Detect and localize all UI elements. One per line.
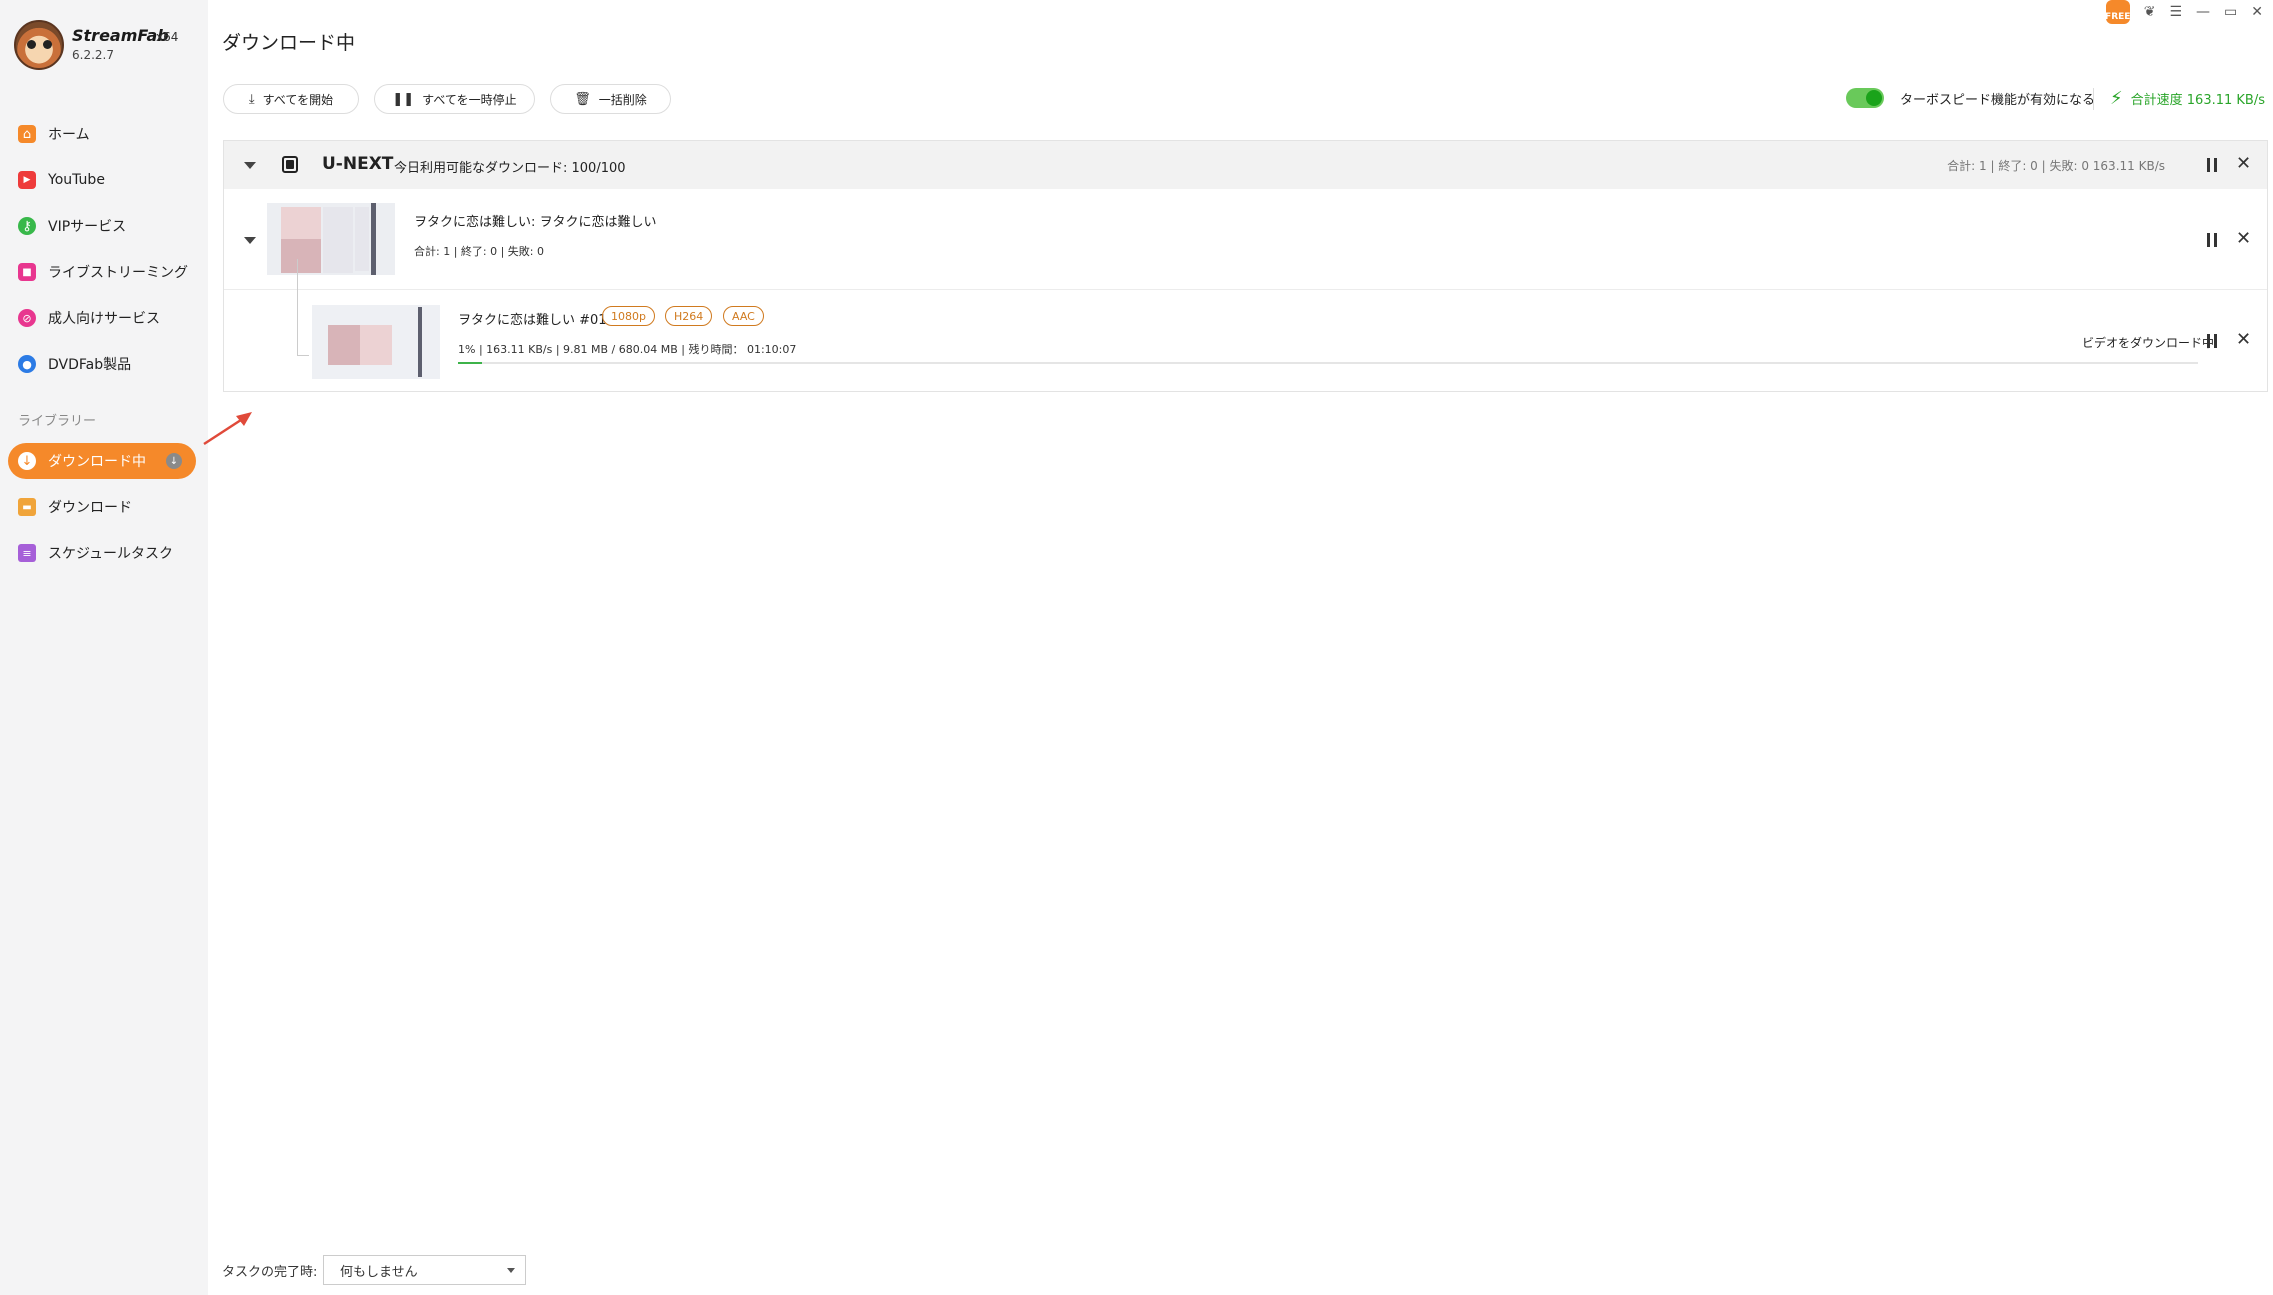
lightning-icon: ⚡ (2110, 88, 2123, 109)
series-thumbnail (267, 203, 395, 275)
annotation-arrow (203, 412, 252, 446)
sidebar-item-label: ホーム (48, 127, 90, 143)
episode-title: ヲタクに恋は難しい #01 (458, 313, 607, 328)
completion-action-select[interactable]: 何もしません (323, 1255, 526, 1285)
turbo-toggle[interactable] (1846, 88, 1884, 108)
pause-all-label: すべてを一時停止 (422, 92, 517, 107)
unext-logo-icon (282, 156, 298, 173)
adult-block-icon: ⊘ (18, 309, 36, 327)
pause-all-button[interactable]: ❚❚ すべてを一時停止 (374, 84, 535, 114)
collapse-chevron-icon[interactable] (244, 162, 256, 169)
sidebar-item-label: ダウンロード (48, 500, 132, 516)
camera-icon: ■ (18, 263, 36, 281)
group-pause-icon[interactable] (2207, 158, 2217, 172)
library-section-label: ライブラリー (18, 414, 97, 429)
sidebar-item-label: DVDFab製品 (48, 357, 132, 373)
row-divider (224, 289, 2267, 290)
downloading-badge-icon: ↓ (166, 453, 182, 469)
series-close-icon[interactable]: ✕ (2236, 230, 2251, 248)
download-group: U-NEXT 今日利用可能なダウンロード: 100/100 合計: 1 | 終了… (223, 140, 2268, 392)
window-controls: FREE ❦ ☰ — ▭ ✕ (2105, 0, 2273, 24)
series-pause-icon[interactable] (2207, 233, 2217, 247)
dvdfab-icon: ● (18, 355, 36, 373)
sidebar-item-label: スケジュールタスク (48, 546, 174, 562)
app-version: 6.2.2.7 (72, 48, 114, 62)
sidebar: StreamFab x64 6.2.2.7 ⌂ ホーム ▶ YouTube ⚷ … (0, 0, 208, 1295)
sidebar-item-downloaded[interactable]: ▬ ダウンロード (8, 489, 196, 525)
sidebar-item-label: ライブストリーミング (48, 265, 188, 281)
start-all-label: すべてを開始 (262, 92, 334, 107)
youtube-icon: ▶ (18, 171, 36, 189)
sidebar-item-dvdfab[interactable]: ● DVDFab製品 (8, 346, 196, 382)
menu-icon[interactable]: ☰ (2169, 4, 2182, 20)
series-stats: 合計: 1 | 終了: 0 | 失敗: 0 (414, 245, 545, 258)
app-logo: StreamFab x64 6.2.2.7 (14, 20, 204, 72)
group-close-icon[interactable]: ✕ (2236, 155, 2251, 173)
pause-icon: ❚❚ (392, 91, 415, 107)
sidebar-item-label: ダウンロード中 (48, 454, 146, 470)
delete-all-label: 一括削除 (598, 92, 647, 107)
tree-connector (297, 355, 309, 356)
start-all-button[interactable]: ⤓ すべてを開始 (223, 84, 359, 114)
series-chevron-icon[interactable] (244, 237, 256, 244)
sloth-logo-icon (14, 20, 64, 70)
completion-action-value: 何もしません (340, 1264, 418, 1280)
turbo-label: ターボスピード機能が有効になる (1900, 92, 2096, 108)
tag-audio-codec: AAC (723, 306, 764, 326)
episode-pause-icon[interactable] (2207, 334, 2217, 348)
sidebar-item-label: 成人向けサービス (48, 311, 160, 327)
delete-all-button[interactable]: 🗑 一括削除 (550, 84, 671, 114)
sidebar-item-adult[interactable]: ⊘ 成人向けサービス (8, 300, 196, 336)
total-speed-label: 合計速度 163.11 KB/s (2130, 93, 2265, 108)
turbo-setting: ターボスピード機能が有効になる (1846, 88, 2095, 108)
sidebar-item-label: YouTube (48, 172, 105, 188)
sidebar-item-home[interactable]: ⌂ ホーム (8, 116, 196, 152)
toolbar-divider (2093, 88, 2094, 110)
chevron-down-icon (507, 1268, 515, 1273)
group-header: U-NEXT 今日利用可能なダウンロード: 100/100 合計: 1 | 終了… (224, 141, 2267, 189)
sidebar-item-label: VIPサービス (48, 219, 127, 235)
sidebar-item-vip[interactable]: ⚷ VIPサービス (8, 208, 196, 244)
episode-progress-fill (458, 362, 483, 364)
sidebar-item-schedule[interactable]: ≡ スケジュールタスク (8, 535, 196, 571)
total-speed: ⚡ 合計速度 163.11 KB/s (2110, 88, 2265, 109)
completion-label: タスクの完了時: (222, 1265, 318, 1280)
tag-video-codec: H264 (665, 306, 713, 326)
episode-status: ビデオをダウンロード中 (2082, 336, 2215, 350)
episode-stats: 1% | 163.11 KB/s | 9.81 MB / 680.04 MB |… (458, 343, 797, 356)
episode-thumbnail (312, 305, 440, 379)
tag-resolution: 1080p (602, 306, 655, 326)
episode-close-icon[interactable]: ✕ (2236, 331, 2251, 349)
home-icon: ⌂ (18, 125, 36, 143)
sidebar-item-youtube[interactable]: ▶ YouTube (8, 162, 196, 198)
app-brand: StreamFab (72, 26, 169, 45)
minimize-icon[interactable]: — (2196, 4, 2210, 20)
close-window-icon[interactable]: ✕ (2251, 4, 2263, 20)
app-arch: x64 (156, 30, 179, 44)
folder-icon: ▬ (18, 498, 36, 516)
page-title: ダウンロード中 (222, 32, 356, 54)
key-icon: ⚷ (18, 217, 36, 235)
series-title: ヲタクに恋は難しい: ヲタクに恋は難しい (414, 215, 657, 230)
download-quota: 今日利用可能なダウンロード: 100/100 (394, 161, 626, 176)
episode-progress-bar (458, 362, 2198, 364)
service-name: U-NEXT (322, 154, 394, 174)
shirt-icon[interactable]: ❦ (2144, 4, 2156, 20)
sidebar-item-downloading[interactable]: ↓ ダウンロード中 ↓ (8, 443, 196, 479)
maximize-icon[interactable]: ▭ (2224, 4, 2237, 20)
tree-connector (297, 259, 298, 355)
schedule-icon: ≡ (18, 544, 36, 562)
free-badge-button[interactable]: FREE (2105, 0, 2130, 24)
download-icon: ↓ (18, 452, 36, 470)
group-stats: 合計: 1 | 終了: 0 | 失敗: 0 163.11 KB/s (1947, 159, 2165, 173)
download-icon: ⤓ (248, 91, 255, 107)
sidebar-item-livestream[interactable]: ■ ライブストリーミング (8, 254, 196, 290)
trash-icon: 🗑 (574, 91, 591, 107)
